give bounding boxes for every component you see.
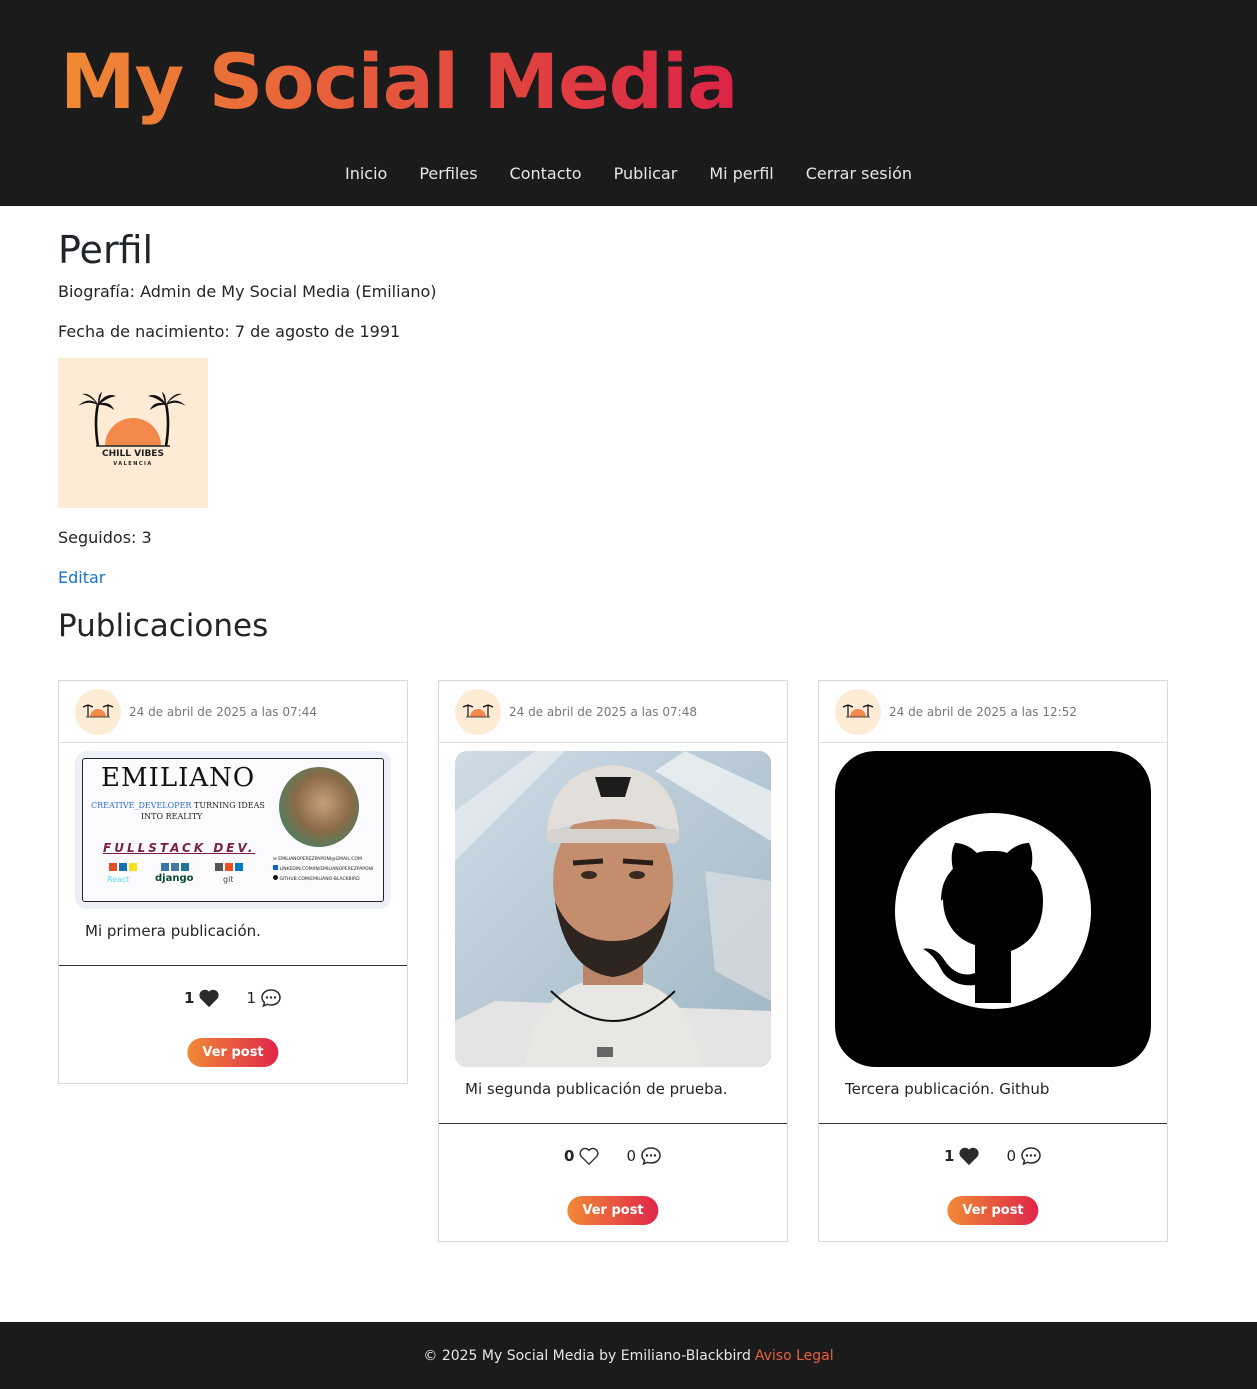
site-title[interactable]: My Social Media <box>60 32 738 132</box>
heart-outline-icon <box>579 1147 599 1166</box>
card-tag-c: INTO REALITY <box>141 812 203 821</box>
post-footer: 1 1 Ver post <box>59 965 407 1083</box>
post-image[interactable] <box>455 751 771 1067</box>
post-date: 24 de abril de 2025 a las 07:44 <box>129 704 317 719</box>
post-image[interactable]: EMILIANO CREATIVE_DEVELOPER TURNING IDEA… <box>75 751 391 909</box>
comment-icon <box>641 1147 661 1166</box>
card-linkedin: LINKEDIN.COM/IN/EMILIANOPEREZPAPONI <box>279 867 374 872</box>
main-nav: Inicio Perfiles Contacto Publicar Mi per… <box>0 160 1257 187</box>
github-icon <box>835 751 1151 1067</box>
logo-subtext: VALENCIA <box>113 461 153 467</box>
profile-bio: Biografía: Admin de My Social Media (Emi… <box>58 282 437 301</box>
site-footer: © 2025 My Social Media by Emiliano-Black… <box>0 1322 1257 1389</box>
like-count: 1 <box>184 989 195 1007</box>
like-button[interactable]: 1 <box>184 988 220 1008</box>
comment-button[interactable]: 0 <box>626 1146 662 1166</box>
like-button[interactable]: 0 <box>564 1146 600 1166</box>
post-card: 24 de abril de 2025 a las 07:44 EMILIANO… <box>58 680 408 1084</box>
site-header: My Social Media Inicio Perfiles Contacto… <box>0 0 1257 206</box>
card-role: FULLSTACK DEV. <box>103 841 256 855</box>
post-footer: 0 0 Ver post <box>439 1123 787 1241</box>
nav-contacto[interactable]: Contacto <box>494 160 598 187</box>
view-post-button[interactable]: Ver post <box>567 1196 659 1225</box>
nav-inicio[interactable]: Inicio <box>329 160 403 187</box>
profile-image: CHILL VIBES VALENCIA <box>58 358 208 508</box>
post-date: 24 de abril de 2025 a las 12:52 <box>889 704 1077 719</box>
view-post-button[interactable]: Ver post <box>947 1196 1039 1225</box>
comment-icon <box>261 989 281 1008</box>
card-portrait <box>279 767 359 847</box>
comment-count: 1 <box>246 989 256 1007</box>
card-email: EMILIANOPEREZPAPONI@GMAIL.COM <box>278 857 362 862</box>
github-small-icon <box>273 875 278 880</box>
like-count: 0 <box>564 1147 575 1165</box>
chill-vibes-logo <box>78 392 186 447</box>
card-tag-b: TURNING IDEAS <box>193 801 265 810</box>
nav-perfiles[interactable]: Perfiles <box>403 160 493 187</box>
skill-icons: React django git <box>103 861 263 891</box>
skill-git: git <box>223 875 234 884</box>
heart-filled-icon <box>199 989 220 1008</box>
avatar[interactable] <box>455 688 501 735</box>
post-header: 24 de abril de 2025 a las 07:44 <box>59 681 407 743</box>
skill-django: django <box>155 873 194 884</box>
edit-profile-link[interactable]: Editar <box>58 568 105 587</box>
post-header: 24 de abril de 2025 a las 07:48 <box>439 681 787 743</box>
mail-icon: ✉ <box>273 857 277 862</box>
post-text: Mi segunda publicación de prueba. <box>465 1080 728 1098</box>
linkedin-icon <box>273 865 278 870</box>
post-card: 24 de abril de 2025 a las 07:48 Mi segun… <box>438 680 788 1242</box>
comment-button[interactable]: 1 <box>246 988 282 1008</box>
like-count: 1 <box>944 1147 955 1165</box>
nav-publicar[interactable]: Publicar <box>598 160 694 187</box>
nav-mi-perfil[interactable]: Mi perfil <box>693 160 789 187</box>
comment-count: 0 <box>626 1147 636 1165</box>
avatar[interactable] <box>75 688 121 735</box>
post-footer: 1 0 Ver post <box>819 1123 1167 1241</box>
comment-button[interactable]: 0 <box>1006 1146 1042 1166</box>
legal-notice-link[interactable]: Aviso Legal <box>755 1348 834 1364</box>
nav-cerrar-sesion[interactable]: Cerrar sesión <box>790 160 928 187</box>
skill-react: React <box>107 875 130 884</box>
like-button[interactable]: 1 <box>944 1146 980 1166</box>
card-github: GITHUB.COM/EMILIANO-BLACKBIRD <box>279 877 360 882</box>
heart-filled-icon <box>959 1147 980 1166</box>
post-text: Tercera publicación. Github <box>845 1080 1050 1098</box>
post-date: 24 de abril de 2025 a las 07:48 <box>509 704 697 719</box>
card-tag-a: CREATIVE_DEVELOPER <box>91 801 192 810</box>
page-title: Perfil <box>58 228 154 272</box>
card-name: EMILIANO <box>101 763 256 793</box>
following-count: Seguidos: 3 <box>58 528 152 547</box>
footer-copyright: © 2025 My Social Media by Emiliano-Black… <box>423 1347 751 1364</box>
post-text: Mi primera publicación. <box>85 922 261 940</box>
post-card: 24 de abril de 2025 a las 12:52 Tercera … <box>818 680 1168 1242</box>
logo-text: CHILL VIBES <box>102 449 164 459</box>
portrait-photo <box>455 751 771 1067</box>
view-post-button[interactable]: Ver post <box>187 1038 279 1067</box>
posts-title: Publicaciones <box>58 608 269 644</box>
avatar[interactable] <box>835 688 881 735</box>
post-image[interactable] <box>835 751 1151 1067</box>
comment-icon <box>1021 1147 1041 1166</box>
comment-count: 0 <box>1006 1147 1016 1165</box>
post-header: 24 de abril de 2025 a las 12:52 <box>819 681 1167 743</box>
profile-birthdate: Fecha de nacimiento: 7 de agosto de 1991 <box>58 322 401 341</box>
